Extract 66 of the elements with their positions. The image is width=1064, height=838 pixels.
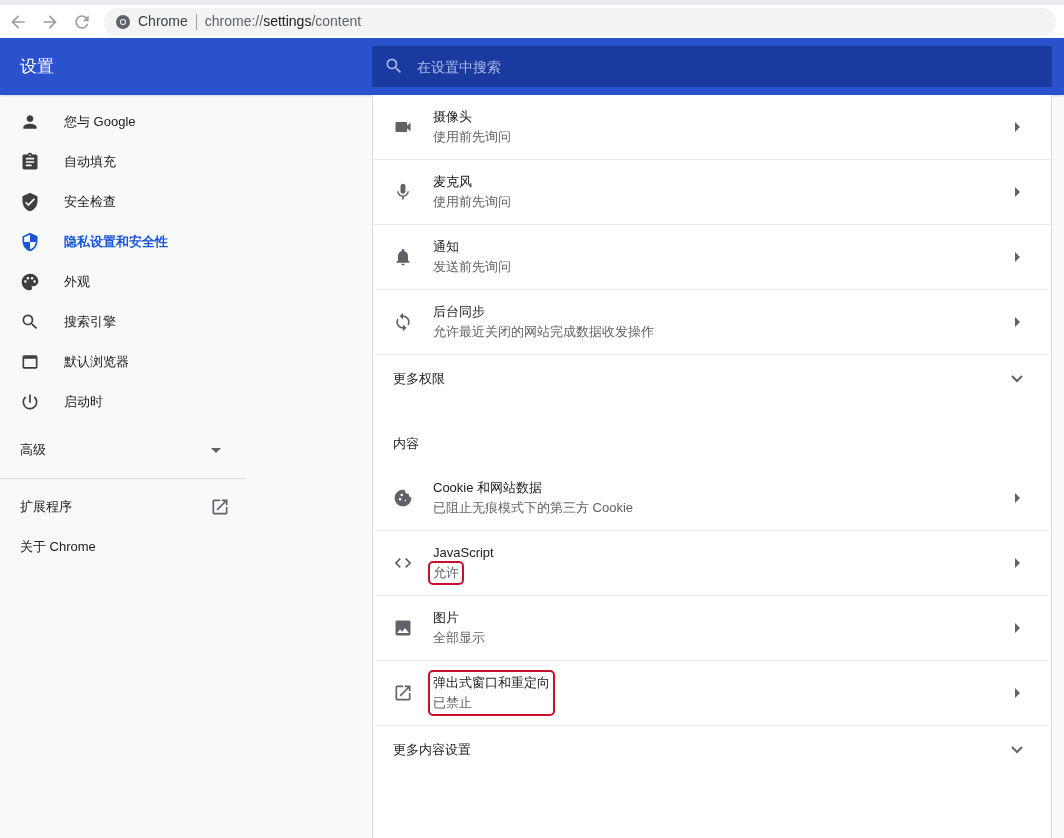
search-icon bbox=[20, 312, 40, 332]
setting-title: 后台同步 bbox=[433, 303, 485, 321]
power-icon bbox=[20, 392, 40, 412]
setting-value: 已阻止无痕模式下的第三方 Cookie bbox=[433, 499, 634, 517]
setting-row[interactable]: Cookie 和网站数据 已阻止无痕模式下的第三方 Cookie bbox=[373, 466, 1051, 531]
arrow-right-icon bbox=[1015, 558, 1020, 568]
sidebar-item[interactable]: 安全检查 bbox=[0, 182, 246, 222]
setting-row[interactable]: 图片 全部显示 bbox=[373, 596, 1051, 661]
setting-row[interactable]: JavaScript 允许 bbox=[373, 531, 1051, 596]
sidebar-item[interactable]: 外观 bbox=[0, 262, 246, 302]
setting-value: 允许最近关闭的网站完成数据收发操作 bbox=[433, 323, 654, 341]
sidebar-link[interactable]: 扩展程序 bbox=[0, 487, 246, 527]
site-label: Chrome bbox=[138, 12, 188, 31]
shield-icon bbox=[20, 232, 40, 252]
setting-title: 麦克风 bbox=[433, 173, 472, 191]
setting-value: 已禁止 bbox=[433, 694, 472, 712]
setting-value: 发送前先询问 bbox=[433, 258, 511, 276]
external-link-icon bbox=[393, 683, 413, 703]
setting-title: 图片 bbox=[433, 609, 459, 627]
shield-check-icon bbox=[20, 192, 40, 212]
address-bar[interactable]: Chrome chrome://settings/content bbox=[104, 7, 1056, 36]
sidebar-item[interactable]: 自动填充 bbox=[0, 142, 246, 182]
search-icon bbox=[384, 56, 404, 76]
setting-row[interactable]: 麦克风 使用前先询问 bbox=[373, 160, 1051, 225]
search-field[interactable]: 在设置中搜索 bbox=[372, 46, 1052, 87]
image-icon bbox=[393, 618, 413, 638]
setting-title: JavaScript bbox=[433, 544, 494, 562]
chrome-logo-icon bbox=[116, 14, 130, 29]
sidebar-item[interactable]: 启动时 bbox=[0, 382, 246, 422]
sidebar-item[interactable]: 您与 Google bbox=[0, 102, 246, 142]
sync-icon bbox=[393, 312, 413, 332]
setting-row[interactable]: 弹出式窗口和重定向 已禁止 bbox=[373, 661, 1051, 726]
clipboard-icon bbox=[20, 152, 40, 172]
arrow-right-icon bbox=[1015, 688, 1020, 698]
sidebar-item[interactable]: 默认浏览器 bbox=[0, 342, 246, 382]
arrow-right-icon bbox=[1015, 122, 1020, 132]
sidebar-item[interactable]: 隐私设置和安全性 bbox=[0, 222, 246, 262]
setting-row[interactable]: 后台同步 允许最近关闭的网站完成数据收发操作 bbox=[373, 290, 1051, 355]
sidebar-link[interactable]: 关于 Chrome bbox=[0, 527, 246, 567]
arrow-right-icon bbox=[1015, 623, 1020, 633]
setting-row[interactable]: 摄像头 使用前先询问 bbox=[373, 95, 1051, 160]
expand-row[interactable]: 更多内容设置 bbox=[373, 726, 1051, 773]
expand-row[interactable]: 更多权限 bbox=[373, 355, 1051, 402]
settings-title: 设置 bbox=[19, 55, 55, 78]
palette-icon bbox=[20, 272, 40, 292]
setting-value: 允许 bbox=[430, 563, 462, 583]
setting-title: 摄像头 bbox=[433, 108, 472, 126]
advanced-toggle[interactable]: 高级 bbox=[0, 430, 246, 470]
setting-title: Cookie 和网站数据 bbox=[433, 479, 543, 497]
cookie-icon bbox=[393, 488, 413, 508]
setting-value: 使用前先询问 bbox=[433, 193, 511, 211]
section-heading: 内容 bbox=[393, 435, 419, 453]
arrow-right-icon bbox=[1015, 493, 1020, 503]
external-link-icon bbox=[210, 497, 230, 517]
setting-title: 通知 bbox=[433, 238, 459, 256]
bell-icon bbox=[393, 247, 413, 267]
setting-value: 全部显示 bbox=[433, 629, 485, 647]
url-text: chrome://settings/content bbox=[204, 12, 362, 31]
sidebar-item[interactable]: 搜索引擎 bbox=[0, 302, 246, 342]
setting-value: 使用前先询问 bbox=[433, 128, 511, 146]
arrow-right-icon bbox=[1015, 252, 1020, 262]
browser-window-icon bbox=[20, 352, 40, 372]
arrow-right-icon bbox=[1015, 317, 1020, 327]
arrow-right-icon bbox=[1015, 187, 1020, 197]
setting-title: 弹出式窗口和重定向 bbox=[433, 674, 550, 692]
setting-row[interactable]: 通知 发送前先询问 bbox=[373, 225, 1051, 290]
